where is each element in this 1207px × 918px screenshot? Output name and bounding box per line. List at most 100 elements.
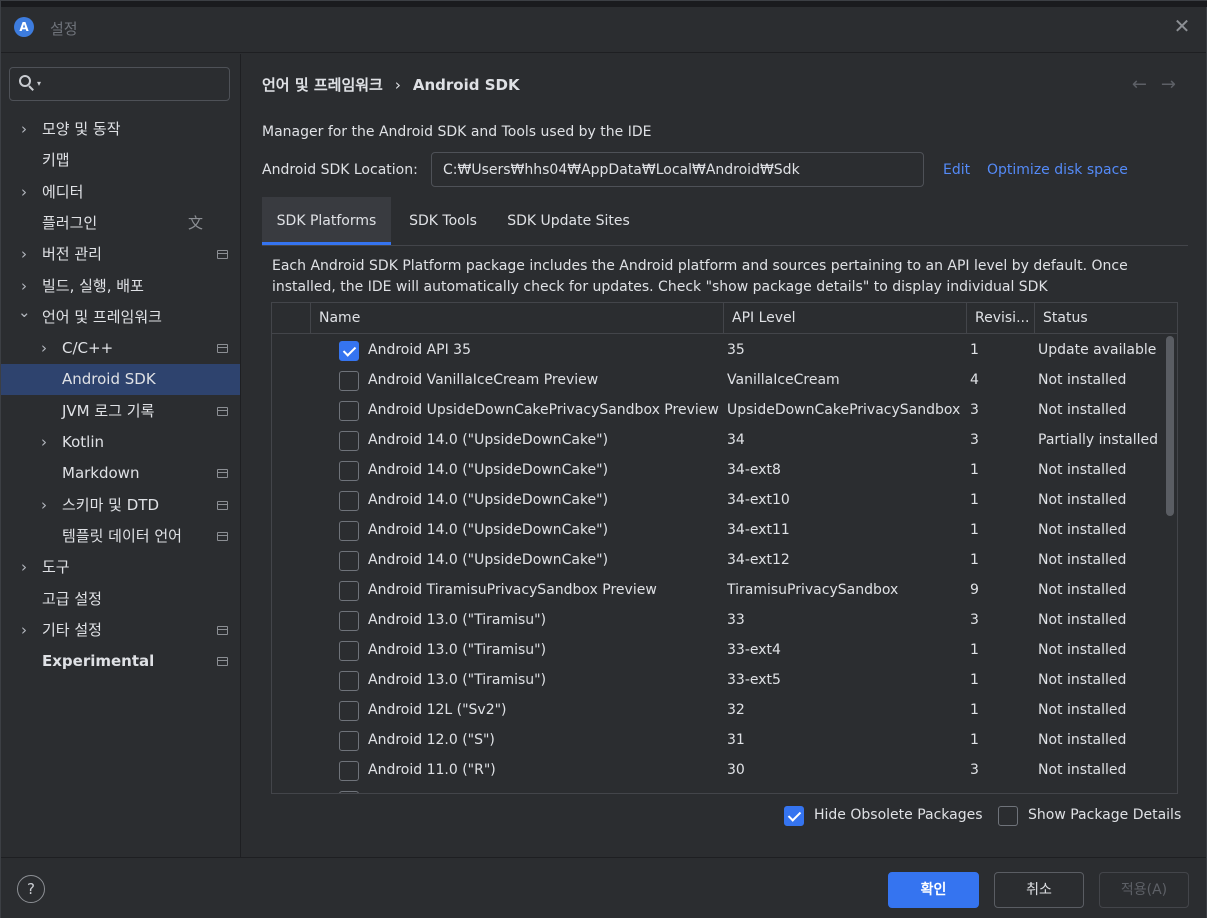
sidebar-item[interactable]: › C/C++ bbox=[1, 333, 240, 364]
sdk-location-field[interactable] bbox=[431, 152, 924, 187]
forward-arrow-icon[interactable]: → bbox=[1161, 74, 1190, 95]
table-row[interactable]: Android 14.0 ("UpsideDownCake") 34-ext11 1… bbox=[272, 515, 1162, 545]
table-row[interactable]: Android 14.0 ("UpsideDownCake") 34-ext8 1 N… bbox=[272, 455, 1162, 485]
row-checkbox[interactable] bbox=[339, 581, 359, 601]
table-row[interactable]: Android 13.0 ("Tiramisu") 33-ext5 1 Not ins… bbox=[272, 665, 1162, 695]
sidebar-item-label: 버전 관리 bbox=[42, 245, 102, 264]
cell-revision: 1 bbox=[970, 522, 979, 538]
back-arrow-icon[interactable]: ← bbox=[1132, 74, 1161, 95]
sidebar-item-label: 키맵 bbox=[42, 151, 70, 170]
tab-sdk-tools[interactable]: SDK Tools bbox=[400, 197, 486, 245]
column-name-header[interactable]: Name bbox=[310, 303, 723, 334]
breadcrumb-separator-icon: › bbox=[394, 76, 401, 94]
cell-api-level: 31 bbox=[727, 732, 745, 748]
breadcrumb-parent[interactable]: 언어 및 프레임워크 bbox=[262, 76, 383, 94]
chevron-right-icon[interactable]: › bbox=[18, 177, 30, 208]
sidebar-item-label: 템플릿 데이터 언어 bbox=[62, 526, 182, 545]
table-row[interactable]: Android API 35 35 1 Update available bbox=[272, 335, 1162, 365]
sidebar-item[interactable]: › Kotlin bbox=[1, 427, 240, 458]
table-row[interactable] bbox=[272, 785, 1162, 793]
tab-sdk-platforms[interactable]: SDK Platforms bbox=[262, 197, 391, 245]
chevron-right-icon[interactable]: › bbox=[18, 114, 30, 145]
table-row[interactable]: Android 14.0 ("UpsideDownCake") 34-ext12 1… bbox=[272, 545, 1162, 575]
sidebar-item[interactable]: JVM 로그 기록 bbox=[1, 396, 240, 427]
nav-arrows: ←→ bbox=[1132, 74, 1190, 95]
cell-api-level: VanillaIceCream bbox=[727, 372, 840, 388]
show-details-checkbox[interactable] bbox=[998, 806, 1018, 826]
row-checkbox[interactable] bbox=[339, 761, 359, 781]
sidebar-item-label: 도구 bbox=[42, 558, 70, 577]
cell-api-level: 34-ext11 bbox=[727, 522, 790, 538]
chevron-right-icon[interactable]: › bbox=[38, 333, 50, 364]
table-row[interactable]: Android 13.0 ("Tiramisu") 33 3 Not installe… bbox=[272, 605, 1162, 635]
hide-obsolete-checkbox[interactable] bbox=[784, 806, 804, 826]
sidebar-item[interactable]: › 에디터 bbox=[1, 177, 240, 208]
cell-revision: 1 bbox=[970, 462, 979, 478]
row-checkbox[interactable] bbox=[339, 491, 359, 511]
table-row[interactable]: Android 13.0 ("Tiramisu") 33-ext4 1 Not ins… bbox=[272, 635, 1162, 665]
cell-name: Android 12L ("Sv2") bbox=[368, 702, 507, 718]
row-checkbox[interactable] bbox=[339, 641, 359, 661]
row-checkbox[interactable] bbox=[339, 671, 359, 691]
row-checkbox[interactable] bbox=[339, 461, 359, 481]
row-checkbox[interactable] bbox=[339, 341, 359, 361]
row-checkbox[interactable] bbox=[339, 371, 359, 391]
ok-button[interactable]: 확인 bbox=[888, 872, 979, 908]
sidebar-item[interactable]: › 버전 관리 bbox=[1, 239, 240, 270]
table-row[interactable]: Android 14.0 ("UpsideDownCake") 34 3 Partia… bbox=[272, 425, 1162, 455]
sidebar-item[interactable]: 플러그인 文 bbox=[1, 208, 240, 239]
chevron-right-icon[interactable]: › bbox=[18, 552, 30, 583]
row-checkbox[interactable] bbox=[339, 731, 359, 751]
sidebar-item[interactable]: 키맵 bbox=[1, 145, 240, 176]
sidebar-item[interactable]: › 빌드, 실행, 배포 bbox=[1, 271, 240, 302]
table-row[interactable]: Android VanillaIceCream Preview VanillaIc… bbox=[272, 365, 1162, 395]
tab-sdk-update-sites[interactable]: SDK Update Sites bbox=[500, 197, 637, 245]
row-checkbox[interactable] bbox=[339, 521, 359, 541]
close-icon[interactable]: ✕ bbox=[1172, 16, 1192, 36]
cell-name: Android TiramisuPrivacySandbox Preview bbox=[368, 582, 657, 598]
sidebar-item[interactable]: › 도구 bbox=[1, 552, 240, 583]
row-checkbox[interactable] bbox=[339, 701, 359, 721]
chevron-right-icon[interactable]: › bbox=[18, 239, 30, 270]
table-row[interactable]: Android 14.0 ("UpsideDownCake") 34-ext10 1… bbox=[272, 485, 1162, 515]
apply-button[interactable]: 적용(A) bbox=[1099, 872, 1189, 908]
settings-sidebar: ▾ › 모양 및 동작 키맵 › 에디터 플러그인 文 › 버전 관리 › 빌드, 실행, 배포 ⌄ 언… bbox=[1, 54, 241, 857]
optimize-disk-space-link[interactable]: Optimize disk space bbox=[987, 162, 1128, 178]
cell-revision: 1 bbox=[970, 642, 979, 658]
table-row[interactable]: Android 12.0 ("S") 31 1 Not installed bbox=[272, 725, 1162, 755]
sidebar-item[interactable]: 고급 설정 bbox=[1, 584, 240, 615]
table-scrollbar[interactable] bbox=[1166, 336, 1174, 516]
chevron-down-icon[interactable]: ⌄ bbox=[18, 297, 31, 328]
sidebar-item[interactable]: › 기타 설정 bbox=[1, 615, 240, 646]
table-row[interactable]: Android TiramisuPrivacySandbox Preview Ti… bbox=[272, 575, 1162, 605]
row-checkbox[interactable] bbox=[339, 551, 359, 571]
cancel-button[interactable]: 취소 bbox=[994, 872, 1084, 908]
edit-link[interactable]: Edit bbox=[943, 162, 970, 178]
row-checkbox[interactable] bbox=[339, 611, 359, 631]
search-box[interactable]: ▾ bbox=[9, 67, 230, 101]
column-status-header[interactable]: Status bbox=[1034, 303, 1177, 334]
sidebar-item-label: 스키마 및 DTD bbox=[62, 495, 159, 514]
column-api-level-header[interactable]: API Level bbox=[723, 303, 966, 334]
row-checkbox[interactable] bbox=[339, 431, 359, 451]
table-row[interactable]: Android 11.0 ("R") 30 3 Not installed bbox=[272, 755, 1162, 785]
chevron-right-icon[interactable]: › bbox=[18, 615, 30, 646]
sidebar-item[interactable]: › 스키마 및 DTD bbox=[1, 490, 240, 521]
sidebar-item[interactable]: ⌄ 언어 및 프레임워크 bbox=[1, 302, 240, 333]
chevron-right-icon[interactable]: › bbox=[38, 427, 50, 458]
sidebar-item[interactable]: Markdown bbox=[1, 458, 240, 489]
chevron-right-icon[interactable]: › bbox=[38, 490, 50, 521]
sidebar-item[interactable]: 템플릿 데이터 언어 bbox=[1, 521, 240, 552]
sidebar-item[interactable]: Android SDK bbox=[1, 364, 240, 396]
row-checkbox[interactable] bbox=[339, 791, 359, 793]
cell-status: Not installed bbox=[1038, 642, 1127, 658]
cell-api-level: UpsideDownCakePrivacySandbox bbox=[727, 402, 961, 418]
row-checkbox[interactable] bbox=[339, 401, 359, 421]
help-icon[interactable]: ? bbox=[17, 875, 45, 903]
sidebar-item[interactable]: › 모양 및 동작 bbox=[1, 114, 240, 145]
sidebar-item[interactable]: Experimental bbox=[1, 646, 240, 677]
column-revision-header[interactable]: Revisi... bbox=[966, 303, 1034, 334]
search-input[interactable] bbox=[44, 74, 224, 94]
table-row[interactable]: Android UpsideDownCakePrivacySandbox Pre… bbox=[272, 395, 1162, 425]
table-row[interactable]: Android 12L ("Sv2") 32 1 Not installed bbox=[272, 695, 1162, 725]
